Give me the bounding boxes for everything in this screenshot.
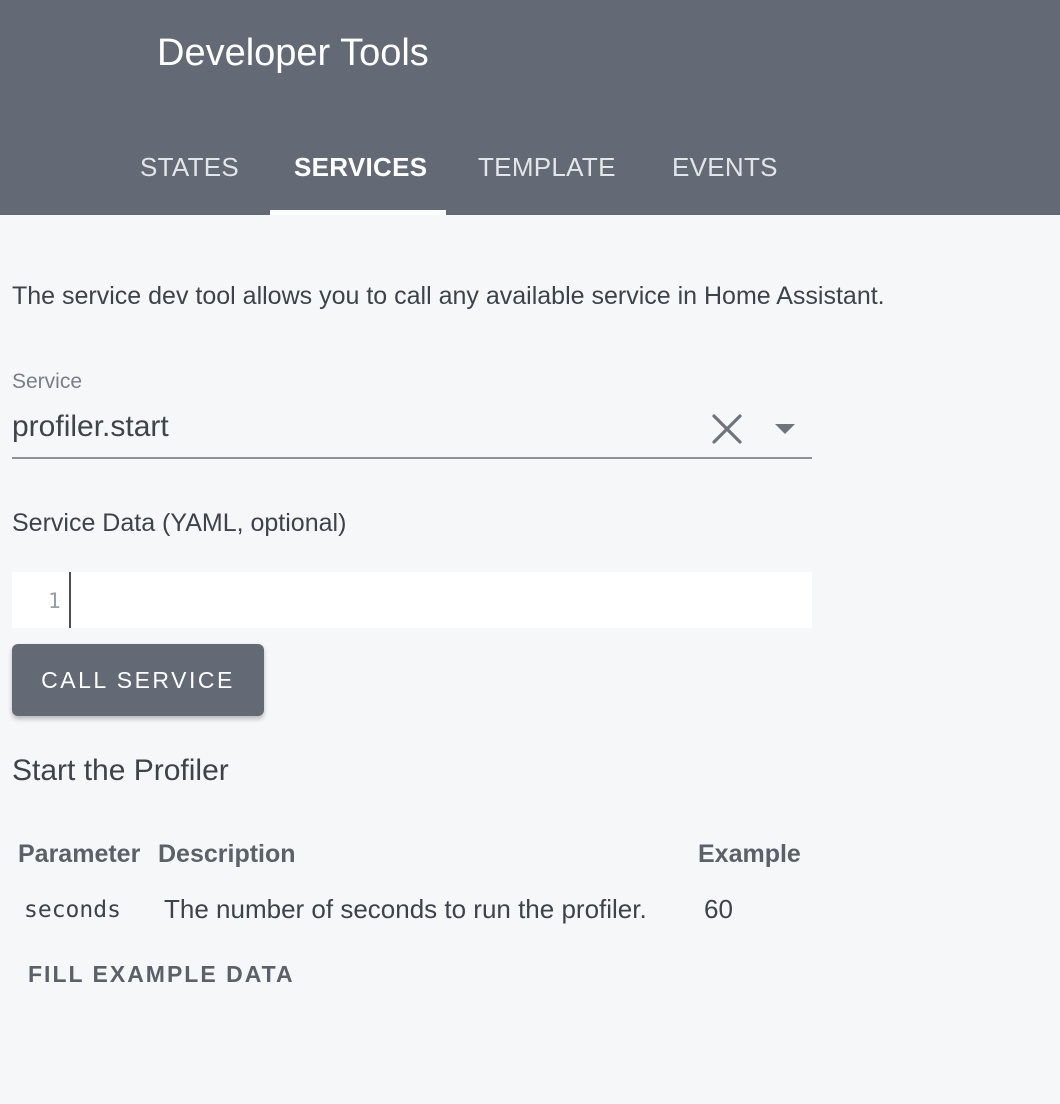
fill-example-data-button[interactable]: FILL EXAMPLE DATA [28,961,295,988]
tab-states[interactable]: STATES [140,150,239,215]
table-cell-parameter: seconds [24,897,121,923]
service-field-label: Service [12,370,83,393]
service-input[interactable]: profiler.start [12,410,169,444]
service-data-label: Service Data (YAML, optional) [12,509,347,537]
page-title: Developer Tools [157,32,429,74]
service-picker[interactable]: Service profiler.start [12,368,812,460]
table-cell-example: 60 [704,894,733,924]
chevron-down-icon[interactable] [774,422,796,436]
table-header-description: Description [158,840,296,868]
service-description-title: Start the Profiler [12,754,229,787]
active-tab-indicator [270,210,446,215]
service-field-underline [12,457,812,459]
table-header-parameter: Parameter [18,840,141,868]
editor-cursor [69,572,71,628]
yaml-editor[interactable]: 1 [12,572,812,628]
table-cell-description: The number of seconds to run the profile… [164,894,647,924]
tab-events[interactable]: EVENTS [672,150,778,215]
tab-template[interactable]: TEMPLATE [478,150,616,215]
call-service-button[interactable]: CALL SERVICE [12,644,264,716]
close-icon[interactable] [710,412,744,446]
editor-line-number: 1 [48,589,61,613]
app-header: Developer Tools STATES SERVICES TEMPLATE… [0,0,1060,215]
intro-text: The service dev tool allows you to call … [12,282,885,310]
table-header-example: Example [698,840,801,868]
tab-services[interactable]: SERVICES [294,150,427,215]
